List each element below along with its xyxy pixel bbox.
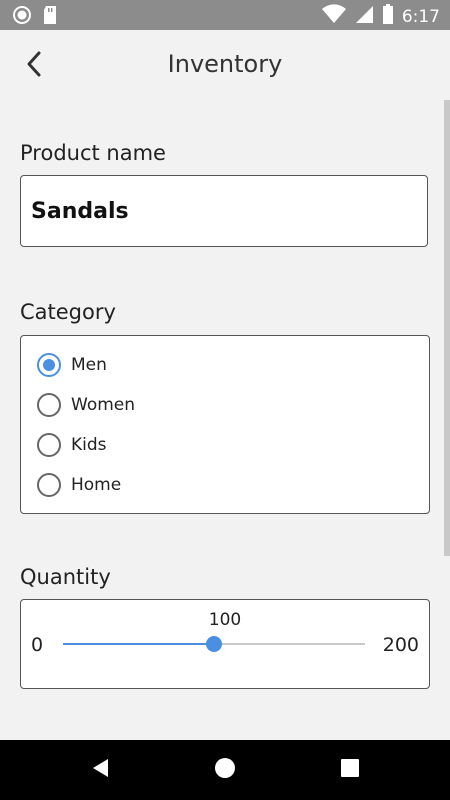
radio-label: Women	[71, 395, 136, 415]
radio-option-women[interactable]: Women	[37, 390, 135, 420]
product-name-label: Product name	[20, 141, 166, 165]
circle-icon	[12, 5, 32, 30]
radio-label: Men	[71, 355, 107, 375]
slider-thumb[interactable]	[206, 636, 222, 652]
battery-icon	[382, 4, 394, 29]
radio-button[interactable]	[37, 473, 61, 497]
slider-value: 100	[208, 610, 242, 630]
signal-icon	[354, 4, 374, 29]
app-bar: Inventory	[0, 30, 450, 100]
slider-track[interactable]	[63, 636, 365, 652]
sd-card-icon	[42, 5, 58, 30]
slider-max-label: 200	[382, 634, 419, 656]
quantity-label: Quantity	[20, 565, 111, 589]
radio-label: Home	[71, 475, 122, 495]
nav-home-button[interactable]	[210, 757, 240, 784]
recents-square-icon	[340, 758, 360, 783]
radio-button-checked[interactable]	[37, 353, 61, 377]
radio-option-men[interactable]: Men	[37, 350, 107, 380]
screen: 6:17 Inventory Product name Category Men…	[0, 0, 450, 800]
product-name-input[interactable]	[20, 175, 428, 247]
navigation-bar	[0, 740, 450, 800]
status-time: 6:17	[401, 6, 440, 27]
category-label: Category	[20, 300, 116, 324]
quantity-slider-box: 100 0 200	[20, 599, 430, 689]
slider-fill	[63, 643, 214, 645]
page-title: Inventory	[167, 50, 283, 78]
nav-recents-button[interactable]	[335, 758, 365, 782]
category-radio-group: Men Women Kids Home	[20, 335, 430, 514]
radio-option-kids[interactable]: Kids	[37, 430, 107, 460]
scrollbar[interactable]	[444, 100, 450, 556]
radio-label: Kids	[71, 435, 107, 455]
wifi-icon	[321, 4, 346, 29]
back-triangle-icon	[90, 757, 110, 784]
nav-back-button[interactable]	[85, 758, 115, 782]
radio-button[interactable]	[37, 433, 61, 457]
slider-min-label: 0	[31, 634, 44, 656]
status-bar: 6:17	[0, 0, 450, 30]
radio-button[interactable]	[37, 393, 61, 417]
home-circle-icon	[214, 757, 236, 784]
radio-option-home[interactable]: Home	[37, 470, 121, 500]
